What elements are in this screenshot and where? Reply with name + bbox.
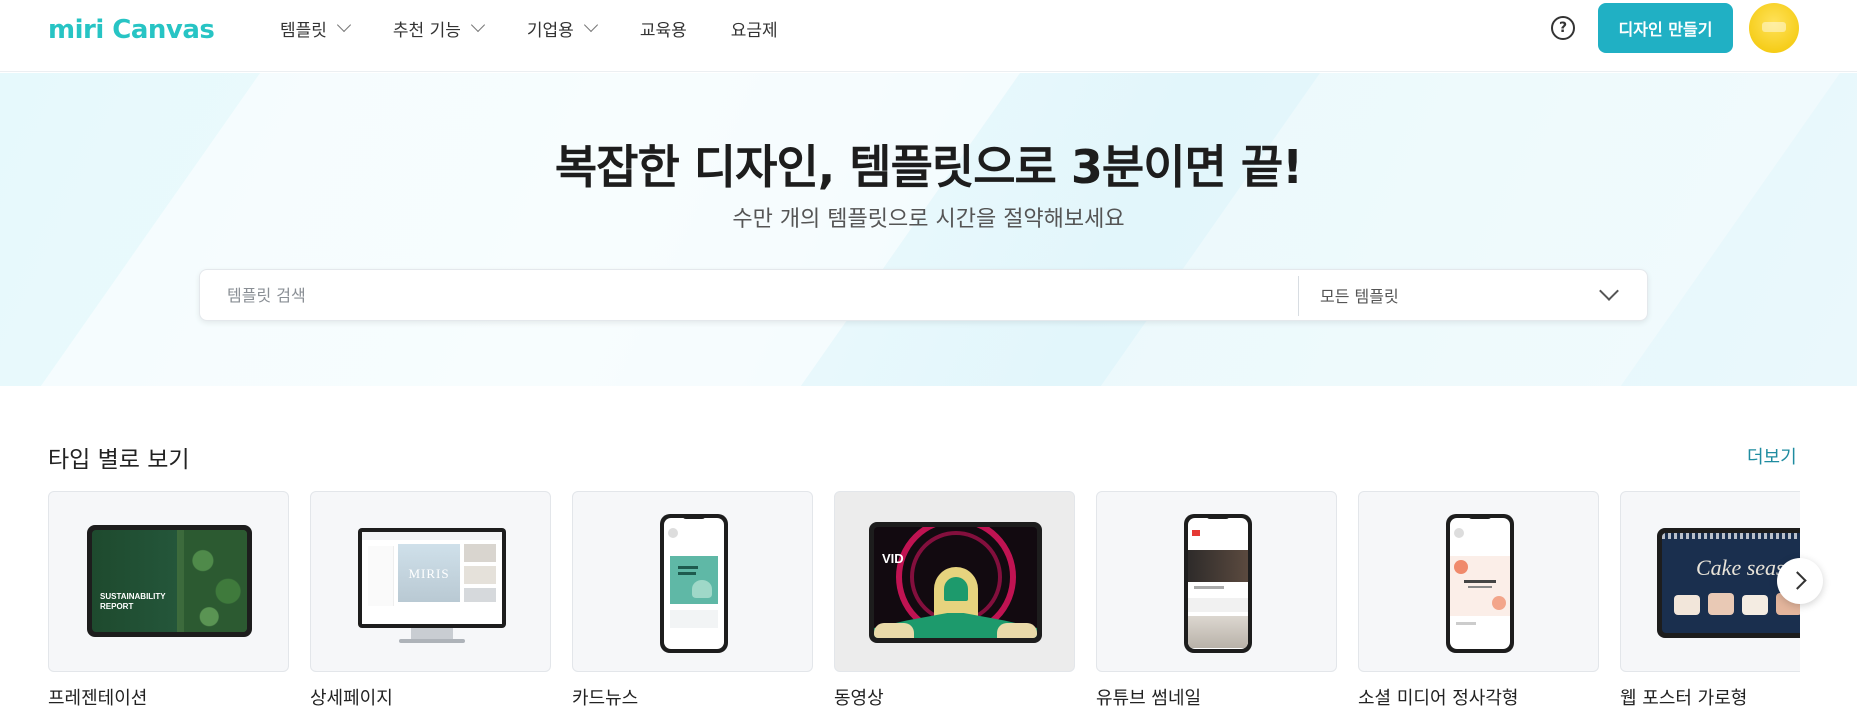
card-thumbnail xyxy=(572,491,813,672)
monitor-mockup: MIRIS xyxy=(358,528,506,628)
search-divider xyxy=(1298,276,1299,316)
type-card-card-news[interactable]: 카드뉴스 xyxy=(572,491,813,710)
type-card-video[interactable]: VID 동영상 xyxy=(834,491,1075,710)
type-card-detail-page[interactable]: MIRIS 상세페이지 xyxy=(310,491,551,710)
chevron-right-icon xyxy=(1788,571,1807,590)
chevron-down-icon xyxy=(336,17,351,33)
template-search-bar: 모든 템플릿 xyxy=(199,269,1648,321)
nav-item-business[interactable]: 기업용 xyxy=(526,16,598,41)
hero-subtitle: 수만 개의 템플릿으로 시간을 절약해보세요 xyxy=(732,207,1125,232)
section-title: 타입 별로 보기 xyxy=(48,447,190,473)
more-link[interactable]: 더보기 xyxy=(1747,443,1797,469)
card-thumbnail xyxy=(1358,491,1599,672)
card-thumbnail xyxy=(1096,491,1337,672)
nav-label: 교육용 xyxy=(639,20,687,41)
type-card-web-poster-landscape[interactable]: Cake seas 웹 포스터 가로형 xyxy=(1620,491,1800,710)
nav-label: 기업용 xyxy=(526,20,574,41)
avatar-initials-blurred xyxy=(1762,22,1786,32)
nav-item-templates[interactable]: 템플릿 xyxy=(280,16,351,41)
type-card-presentation[interactable]: SUSTAINABILITY REPORT 프레젠테이션 xyxy=(48,491,289,710)
chevron-down-icon xyxy=(1599,281,1619,301)
type-card-youtube-thumbnail[interactable]: 유튜브 썸네일 xyxy=(1096,491,1337,710)
card-label: 상세페이지 xyxy=(310,688,393,709)
thumb-text: VID xyxy=(882,551,904,566)
card-label: 동영상 xyxy=(834,688,884,709)
thumb-text: MIRIS xyxy=(408,566,450,581)
nav-label: 템플릿 xyxy=(280,20,327,41)
template-search-input[interactable] xyxy=(227,270,1287,320)
nav-item-education[interactable]: 교육용 xyxy=(640,16,687,41)
template-category-select[interactable]: 모든 템플릿 xyxy=(1320,270,1630,320)
thumb-text: SUSTAINABILITY REPORT xyxy=(100,592,166,611)
monitor-base xyxy=(399,639,465,643)
tablet-mockup: SUSTAINABILITY REPORT xyxy=(87,525,252,637)
type-card-social-square[interactable]: 소셜 미디어 정사각형 xyxy=(1358,491,1599,710)
card-label: 웹 포스터 가로형 xyxy=(1620,688,1748,709)
tablet-mockup: VID xyxy=(869,522,1042,643)
nav-label: 추천 기능 xyxy=(392,20,461,41)
card-label: 카드뉴스 xyxy=(572,688,639,709)
nav-label: 요금제 xyxy=(730,20,778,41)
thumb-text: Cake seas xyxy=(1696,555,1785,580)
miricanvas-logo[interactable]: miri Canvas xyxy=(48,12,215,48)
create-design-button[interactable]: 디자인 만들기 xyxy=(1598,3,1733,53)
hero-title: 복잡한 디자인, 템플릿으로 3분이면 끝! xyxy=(554,140,1303,194)
card-thumbnail: SUSTAINABILITY REPORT xyxy=(48,491,289,672)
card-label: 유튜브 썸네일 xyxy=(1096,688,1202,709)
avatar[interactable] xyxy=(1749,3,1799,53)
chevron-down-icon xyxy=(583,17,598,33)
phone-mockup xyxy=(1446,514,1514,653)
card-label: 프레젠테이션 xyxy=(48,688,148,709)
card-thumbnail: VID xyxy=(834,491,1075,672)
top-header: miri Canvas 템플릿 추천 기능 기업용 교육용 요금제 ? 디자인 … xyxy=(0,0,1857,72)
help-icon[interactable]: ? xyxy=(1551,16,1575,40)
card-label: 소셜 미디어 정사각형 xyxy=(1358,688,1519,709)
type-card-list: SUSTAINABILITY REPORT 프레젠테이션 MIRIS 상세페이지… xyxy=(48,491,1800,720)
chevron-down-icon xyxy=(470,17,485,33)
main-nav: 템플릿 추천 기능 기업용 교육용 요금제 xyxy=(280,0,822,56)
phone-mockup xyxy=(1184,514,1252,653)
card-thumbnail: Cake seas xyxy=(1620,491,1800,672)
hero-banner: 복잡한 디자인, 템플릿으로 3분이면 끝! 수만 개의 템플릿으로 시간을 절… xyxy=(0,73,1857,386)
carousel-next-button[interactable] xyxy=(1777,558,1823,604)
phone-mockup xyxy=(660,514,728,653)
card-thumbnail: MIRIS xyxy=(310,491,551,672)
template-category-value: 모든 템플릿 xyxy=(1320,287,1399,306)
nav-item-features[interactable]: 추천 기능 xyxy=(392,16,485,41)
nav-item-pricing[interactable]: 요금제 xyxy=(731,16,778,41)
